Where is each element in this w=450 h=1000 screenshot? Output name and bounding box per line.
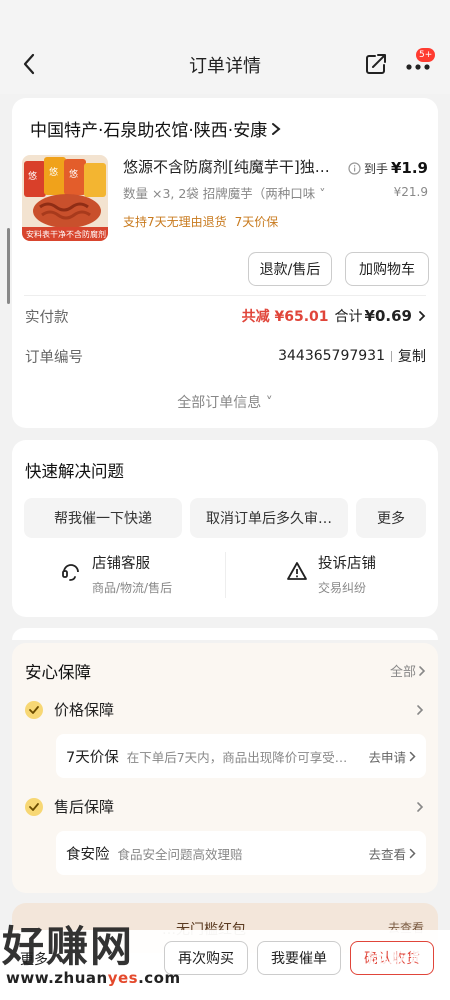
order-number-row: 344365797931 复制 — [278, 346, 426, 366]
product-photo: 悠 悠 悠 安料表干净不含防腐剂 — [22, 155, 108, 241]
chevron-down-icon: ˅ — [265, 395, 273, 411]
share-button[interactable] — [362, 50, 390, 78]
cancel-review-chip[interactable]: 取消订单后多久审… — [190, 498, 348, 538]
after-sale-guarantee-item[interactable]: 售后保障 — [24, 796, 114, 817]
pay-price[interactable]: 到手 ¥1.9 — [348, 159, 428, 177]
food-insurance-title: 食安险 — [66, 846, 110, 863]
pay-price-value: ¥1.9 — [390, 159, 428, 177]
scrollbar[interactable] — [7, 228, 10, 304]
total-label: 合计 — [334, 309, 363, 325]
after-sale-guarantee-title: 售后保障 — [54, 798, 115, 816]
paid-summary[interactable]: 共减 ¥65.01 合计 ¥0.69 — [242, 306, 426, 326]
quick-resolve-title: 快速解决问题 — [25, 462, 124, 481]
order-number-label: 订单编号 — [25, 350, 83, 366]
divider — [24, 295, 426, 296]
saved-amount: 共减 ¥65.01 — [241, 309, 329, 325]
product-name[interactable]: 悠源不含防腐剂[纯魔芋干]独立包装 — [123, 156, 343, 177]
notification-badge: 5+ — [416, 48, 436, 62]
paid-label: 实付款 — [25, 310, 69, 326]
warning-icon — [287, 562, 307, 580]
chevron-right-icon — [417, 705, 424, 715]
guarantee-card: 安心保障 全部 价格保障 7天价保 在下单后7天内，商品出现降价可享受… 去申请… — [12, 643, 438, 893]
watermark-url: www.zhuanyes.com — [6, 969, 181, 987]
shop-service-entry[interactable]: 店铺客服 商品/物流/售后 — [60, 552, 172, 596]
price-guarantee-item[interactable]: 价格保障 — [24, 699, 114, 720]
price-guarantee-title: 价格保障 — [54, 701, 115, 719]
tag-7day-refund: 支持7天无理由退货 — [123, 215, 227, 229]
apply-link[interactable]: 去申请 — [368, 747, 416, 766]
urge-order-button[interactable]: 我要催单 — [257, 941, 341, 975]
urge-delivery-chip[interactable]: 帮我催一下快递 — [24, 498, 182, 538]
headset-icon — [62, 564, 79, 581]
card-edge — [12, 628, 438, 640]
food-insurance-box[interactable]: 食安险 食品安全问题高效理赔 去查看 — [56, 831, 426, 875]
view-link[interactable]: 去查看 — [368, 844, 416, 863]
chevron-right-icon — [272, 122, 281, 135]
watermark-right-title: 线报酷 — [366, 950, 433, 975]
original-price: ¥21.9 — [393, 185, 428, 199]
shop-name: 中国特产·石泉助农馆·陕西·安康 — [30, 121, 268, 141]
watermark-logo: 好赚网 www.zhuanyes.com — [0, 913, 200, 1000]
more-chip[interactable]: 更多 — [356, 498, 426, 538]
view-link-label: 去查看 — [368, 846, 406, 862]
chevron-down-icon: ˅ — [319, 186, 326, 201]
pay-price-label: 到手 — [363, 161, 388, 176]
quick-resolve-card: 快速解决问题 帮我催一下快递 取消订单后多久审… 更多 店铺客服 商品/物流/售… — [12, 440, 438, 617]
add-to-cart-button[interactable]: 加购物车 — [345, 252, 429, 286]
product-spec: 数量 ×3, 2袋 招牌魔芋（两种口味 ˅ — [123, 183, 326, 202]
chevron-right-icon — [409, 848, 416, 858]
product-tags: 支持7天无理由退货 7天价保 — [123, 213, 278, 230]
watermark-title: 好赚网 — [2, 922, 135, 971]
share-icon — [366, 54, 386, 74]
guarantee-title: 安心保障 — [25, 663, 91, 682]
product-spec-text: 数量 ×3, 2袋 招牌魔芋（两种口味 — [123, 186, 316, 201]
product-image-caption: 安料表干净不含防腐剂 — [26, 229, 106, 239]
price-protect-desc: 在下单后7天内，商品出现降价可享受… — [126, 749, 348, 765]
complaint-title: 投诉店铺 — [318, 556, 376, 572]
complaint-sub: 交易纠纷 — [318, 581, 367, 595]
complaint-entry[interactable]: 投诉店铺 交易纠纷 — [286, 552, 376, 596]
chevron-right-icon — [419, 311, 426, 321]
header-bar — [0, 0, 450, 94]
separator — [391, 350, 392, 362]
all-order-info-label: 全部订单信息 — [177, 395, 262, 411]
food-insurance-desc: 食品安全问题高效理赔 — [117, 846, 243, 862]
check-badge-icon — [25, 700, 43, 719]
order-number-value: 344365797931 — [278, 348, 385, 364]
svg-text:悠: 悠 — [49, 166, 58, 178]
info-icon — [348, 161, 361, 175]
divider — [225, 552, 226, 598]
apply-link-label: 去申请 — [368, 749, 406, 765]
all-order-info-toggle[interactable]: 全部订单信息 ˅ — [12, 392, 438, 412]
chevron-right-icon — [417, 802, 424, 812]
price-protect-title: 7天价保 — [66, 749, 119, 766]
total-amount: ¥0.69 — [364, 307, 412, 325]
refund-button[interactable]: 退款/售后 — [248, 252, 332, 286]
guarantee-all-link[interactable]: 全部 — [390, 661, 426, 680]
svg-text:悠: 悠 — [28, 170, 37, 182]
order-card: 中国特产·石泉助农馆·陕西·安康 悠 悠 悠 安料表干净不含防腐剂 悠源不含防腐… — [12, 98, 438, 428]
copy-button[interactable]: 复制 — [398, 346, 426, 366]
product-image[interactable]: 悠 悠 悠 安料表干净不含防腐剂 — [22, 155, 108, 241]
shop-service-sub: 商品/物流/售后 — [92, 581, 173, 595]
watermark-right-url: xdgft.com — [366, 975, 427, 989]
shop-link[interactable]: 中国特产·石泉助农馆·陕西·安康 — [30, 116, 281, 141]
chevron-right-icon — [419, 665, 426, 676]
svg-text:悠: 悠 — [69, 168, 78, 180]
price-protect-box[interactable]: 7天价保 在下单后7天内，商品出现降价可享受… 去申请 — [56, 734, 426, 778]
check-badge-icon — [25, 797, 43, 816]
guarantee-all-label: 全部 — [389, 665, 416, 680]
tag-price-protect: 7天价保 — [234, 215, 279, 229]
shop-service-title: 店铺客服 — [92, 556, 150, 572]
chevron-right-icon — [409, 751, 416, 761]
